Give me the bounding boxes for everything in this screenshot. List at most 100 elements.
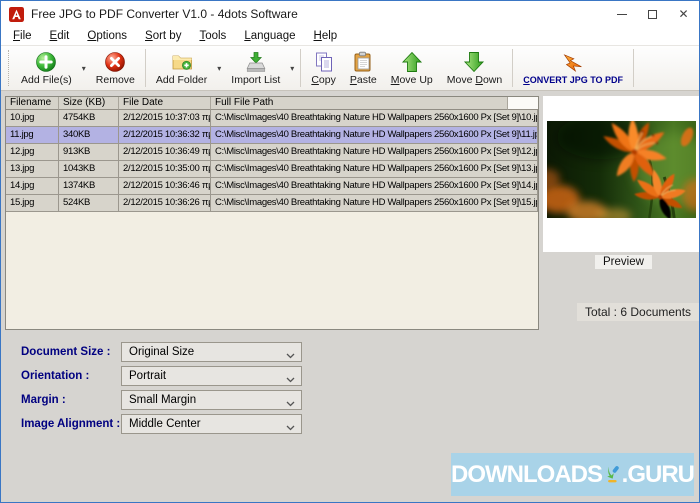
margin-dropdown[interactable]: Small Margin — [121, 390, 302, 410]
window-controls — [606, 1, 699, 27]
image-alignment-dropdown[interactable]: Middle Center — [121, 414, 302, 434]
preview-label: Preview — [595, 255, 652, 269]
dropdown-arrow-icon[interactable]: ▾ — [214, 64, 224, 73]
toolbar-button-label: Move Up — [391, 74, 433, 86]
menu-item-help[interactable]: Help — [305, 27, 347, 45]
table-cell: 1043KB — [59, 161, 119, 178]
dropdown-selected-value: Middle Center — [129, 418, 201, 430]
arrow-down-icon — [463, 51, 485, 73]
toolbar-button-paste[interactable]: Paste — [343, 46, 384, 90]
toolbar-separator — [633, 49, 634, 87]
chevron-down-icon — [286, 422, 295, 428]
table-cell: 1374KB — [59, 178, 119, 195]
toolbar-button-label: Copy — [311, 74, 336, 86]
table-cell: 2/12/2015 10:36:26 πμ — [119, 195, 211, 212]
column-header-filename[interactable]: Filename — [6, 97, 59, 110]
table-cell: 12.jpg — [6, 144, 59, 161]
dropdown-arrow-icon[interactable]: ▾ — [287, 64, 297, 73]
form-label-orientation: Orientation : — [21, 370, 121, 382]
watermark-text-right: .GURU — [622, 461, 694, 489]
toolbar-button-convert-jpg-to-pdf[interactable]: CONVERT JPG TO PDF — [516, 46, 630, 90]
settings-form: Document Size : Original Size Orientation … — [21, 342, 302, 438]
chevron-down-icon — [286, 398, 295, 404]
orientation-dropdown[interactable]: Portrait — [121, 366, 302, 386]
menu-item-tools[interactable]: Tools — [190, 27, 235, 45]
column-header-full-file-path[interactable]: Full File Path — [211, 97, 508, 110]
pdf-app-icon — [9, 7, 24, 22]
table-row[interactable]: 10.jpg4754KB2/12/2015 10:37:03 πμC:\Misc… — [6, 110, 538, 127]
watermark-text-left: DOWNLOADS — [451, 461, 602, 489]
maximize-button[interactable] — [637, 1, 668, 27]
column-header-filler — [508, 97, 538, 110]
table-cell: C:\Misc\Images\40 Breathtaking Nature HD… — [211, 110, 538, 127]
preview-image — [547, 121, 696, 218]
toolbar-button-add-file-s[interactable]: Add File(s) — [14, 46, 79, 90]
table-cell: 14.jpg — [6, 178, 59, 195]
maximize-icon — [648, 10, 657, 19]
file-list[interactable]: FilenameSize (KB)File DateFull File Path… — [5, 96, 539, 330]
chevron-down-icon — [286, 350, 295, 356]
menu-item-sort-by[interactable]: Sort by — [136, 27, 190, 45]
minimize-button[interactable] — [606, 1, 637, 27]
table-row[interactable]: 13.jpg1043KB2/12/2015 10:35:00 πμC:\Misc… — [6, 161, 538, 178]
toolbar-button-label: Paste — [350, 74, 377, 86]
paste-icon — [352, 51, 374, 73]
dropdown-selected-value: Original Size — [129, 346, 194, 358]
toolbar-button-import-list[interactable]: Import List — [224, 46, 287, 90]
column-header-size-kb[interactable]: Size (KB) — [59, 97, 119, 110]
document-size-dropdown[interactable]: Original Size — [121, 342, 302, 362]
table-cell: 10.jpg — [6, 110, 59, 127]
toolbar-button-add-folder[interactable]: Add Folder — [149, 46, 214, 90]
table-cell: 11.jpg — [6, 127, 59, 144]
table-cell: 4754KB — [59, 110, 119, 127]
form-row-margin: Margin : Small Margin — [21, 390, 302, 410]
convert-icon — [562, 52, 584, 74]
close-icon — [678, 5, 688, 23]
toolbar: Add File(s) ▾ Remove Add Folder ▾ Import List… — [1, 45, 699, 91]
table-cell: C:\Misc\Images\40 Breathtaking Nature HD… — [211, 144, 538, 161]
table-cell: 2/12/2015 10:35:00 πμ — [119, 161, 211, 178]
toolbar-button-label: Add File(s) — [21, 74, 72, 86]
dropdown-selected-value: Small Margin — [129, 394, 196, 406]
column-header-file-date[interactable]: File Date — [119, 97, 211, 110]
menu-item-options[interactable]: Options — [78, 27, 136, 45]
table-cell: 15.jpg — [6, 195, 59, 212]
table-row[interactable]: 14.jpg1374KB2/12/2015 10:36:46 πμC:\Misc… — [6, 178, 538, 195]
menu-item-edit[interactable]: Edit — [41, 27, 79, 45]
table-cell: 2/12/2015 10:36:46 πμ — [119, 178, 211, 195]
form-label-margin: Margin : — [21, 394, 121, 406]
table-cell: C:\Misc\Images\40 Breathtaking Nature HD… — [211, 161, 538, 178]
table-header: FilenameSize (KB)File DateFull File Path — [6, 97, 538, 110]
toolbar-button-label: Move Down — [447, 74, 502, 86]
toolbar-button-label: Import List — [231, 74, 280, 86]
toolbar-button-remove[interactable]: Remove — [89, 46, 142, 90]
toolbar-button-move-down[interactable]: Move Down — [440, 46, 509, 90]
table-row[interactable]: 11.jpg340KB2/12/2015 10:36:32 πμC:\Misc\… — [6, 127, 538, 144]
form-label-document-size: Document Size : — [21, 346, 121, 358]
menu-item-file[interactable]: File — [4, 27, 41, 45]
menu-item-language[interactable]: Language — [235, 27, 304, 45]
total-documents-label: Total : 6 Documents — [577, 303, 699, 321]
toolbar-button-label: Remove — [96, 74, 135, 86]
toolbar-button-label: CONVERT JPG TO PDF — [523, 75, 623, 85]
table-cell: 2/12/2015 10:36:49 πμ — [119, 144, 211, 161]
form-row-document-size: Document Size : Original Size — [21, 342, 302, 362]
toolbar-separator — [145, 49, 146, 87]
form-label-image-alignment: Image Alignment : — [21, 418, 121, 430]
close-button[interactable] — [668, 1, 699, 27]
table-cell: 340KB — [59, 127, 119, 144]
toolbar-separator — [300, 49, 301, 87]
table-cell: 2/12/2015 10:37:03 πμ — [119, 110, 211, 127]
dropdown-arrow-icon[interactable]: ▾ — [79, 64, 89, 73]
toolbar-button-label: Add Folder — [156, 74, 207, 86]
add-circle-icon — [35, 51, 57, 73]
form-row-image-alignment: Image Alignment : Middle Center — [21, 414, 302, 434]
arrow-up-icon — [401, 51, 423, 73]
download-arrow-icon — [603, 462, 621, 487]
table-row[interactable]: 15.jpg524KB2/12/2015 10:36:26 πμC:\Misc\… — [6, 195, 538, 212]
table-row[interactable]: 12.jpg913KB2/12/2015 10:36:49 πμC:\Misc\… — [6, 144, 538, 161]
form-row-orientation: Orientation : Portrait — [21, 366, 302, 386]
toolbar-button-move-up[interactable]: Move Up — [384, 46, 440, 90]
toolbar-button-copy[interactable]: Copy — [304, 46, 343, 90]
dropdown-selected-value: Portrait — [129, 370, 166, 382]
